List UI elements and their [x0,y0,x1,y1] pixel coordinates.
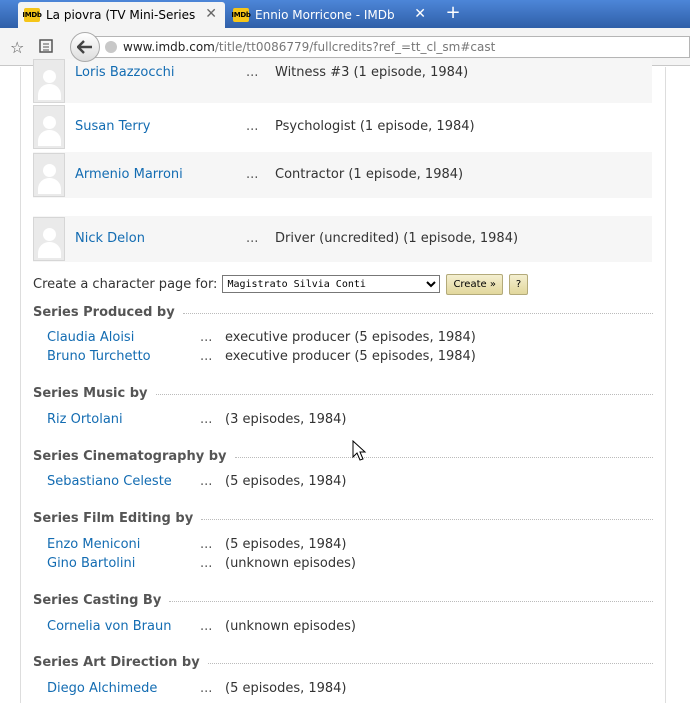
credit-dots: ... [200,412,213,427]
credit-role: (5 episodes, 1984) [225,681,347,696]
credit-role: executive producer (5 episodes, 1984) [225,349,476,364]
avatar-placeholder-icon [33,217,65,261]
site-identity-icon[interactable] [105,41,117,53]
cast-character: Contractor (1 episode, 1984) [275,167,464,182]
credit-role: executive producer (5 episodes, 1984) [225,330,476,345]
url-path: /title/tt0086779/fullcredits?ref_=tt_cl_… [214,40,496,54]
section-title: Series Film Editing by [33,511,194,526]
close-tab-icon[interactable]: ✕ [205,7,217,21]
cast-dots: ... [246,167,259,182]
cast-name-link[interactable]: Nick Delon [75,231,145,246]
address-bar[interactable]: www.imdb.com/title/tt0086779/fullcredits… [88,36,690,58]
section-rule [234,457,653,458]
credit-name-link[interactable]: Claudia Aloisi [47,330,134,345]
credit-name-link[interactable]: Diego Alchimede [47,681,157,696]
cast-row: Susan Terry ... Psychologist (1 episode,… [33,104,652,150]
cast-dots: ... [246,231,259,246]
credit-dots: ... [200,474,213,489]
credit-dots: ... [200,537,213,552]
avatar-placeholder-icon [33,105,65,149]
tab-la-piovra[interactable]: IMDb La piovra (TV Mini-Series ... ✕ [18,2,225,28]
credit-row: Claudia Aloisi ... executive producer (5… [47,330,647,348]
cast-row: Armenio Marroni ... Contractor (1 episod… [33,152,652,198]
back-button[interactable] [70,32,100,62]
credit-row: Riz Ortolani ... (3 episodes, 1984) [47,412,647,430]
cast-name-link[interactable]: Armenio Marroni [75,167,183,182]
section-heading: Series Music by [33,386,653,401]
tab-ennio-morricone[interactable]: IMDb Ennio Morricone - IMDb ✕ [227,2,434,28]
section-rule [182,313,653,314]
page-content: Loris Bazzocchi ... Witness #3 (1 episod… [0,59,690,703]
bookmark-star-icon[interactable]: ☆ [10,38,24,57]
section-rule [201,519,653,520]
cast-row: Loris Bazzocchi ... Witness #3 (1 episod… [33,59,652,103]
close-tab-icon[interactable]: ✕ [414,7,426,21]
cast-row: Nick Delon ... Driver (uncredited) (1 ep… [33,216,652,262]
back-arrow-icon [77,40,92,54]
help-button[interactable]: ? [508,273,528,295]
credit-dots: ... [200,556,213,571]
section-title: Series Art Direction by [33,655,200,670]
imdb-favicon-icon: IMDb [231,8,251,22]
tab-bar: IMDb La piovra (TV Mini-Series ... ✕ IMD… [0,0,690,28]
credit-role: (3 episodes, 1984) [225,412,347,427]
credit-row: Gino Bartolini ... (unknown episodes) [47,556,647,574]
avatar-placeholder-icon [33,153,65,197]
credit-name-link[interactable]: Riz Ortolani [47,412,123,427]
credit-role: (unknown episodes) [225,556,356,571]
imdb-favicon-icon: IMDb [22,8,42,22]
cast-character: Driver (uncredited) (1 episode, 1984) [275,231,519,246]
credit-name-link[interactable]: Gino Bartolini [47,556,135,571]
section-heading: Series Cinematography by [33,449,653,464]
credit-row: Enzo Meniconi ... (5 episodes, 1984) [47,537,647,555]
cast-dots: ... [246,119,259,134]
section-rule [169,601,653,602]
url-host: www.imdb.com [123,40,215,54]
section-heading: Series Casting By [33,593,653,608]
section-title: Series Casting By [33,593,162,608]
credit-name-link[interactable]: Enzo Meniconi [47,537,140,552]
cast-character: Psychologist (1 episode, 1984) [275,119,475,134]
character-page-form: Create a character page for: Magistrato … [33,273,528,295]
character-page-label: Create a character page for: [33,276,218,292]
credit-role: (5 episodes, 1984) [225,537,347,552]
cast-name-link[interactable]: Susan Terry [75,119,151,134]
reading-list-icon[interactable] [38,38,54,58]
credit-row: Sebastiano Celeste ... (5 episodes, 1984… [47,474,647,492]
new-tab-button[interactable]: + [443,3,463,23]
avatar-placeholder-icon [33,59,65,103]
create-button[interactable]: Create » [446,273,503,295]
character-select[interactable]: Magistrato Silvia Conti [222,275,441,293]
credit-name-link[interactable]: Sebastiano Celeste [47,474,172,489]
credit-row: Cornelia von Braun ... (unknown episodes… [47,619,647,637]
cast-name-link[interactable]: Loris Bazzocchi [75,65,174,80]
credit-dots: ... [200,619,213,634]
section-title: Series Cinematography by [33,449,227,464]
cast-character: Witness #3 (1 episode, 1984) [275,65,469,80]
section-rule [207,663,653,664]
section-title: Series Produced by [33,305,175,320]
section-heading: Series Film Editing by [33,511,653,526]
credit-role: (unknown episodes) [225,619,356,634]
tab-title: Ennio Morricone - IMDb [255,8,395,22]
credit-role: (5 episodes, 1984) [225,474,347,489]
url-text: www.imdb.com/title/tt0086779/fullcredits… [123,40,495,54]
section-title: Series Music by [33,386,148,401]
section-heading: Series Art Direction by [33,655,653,670]
credit-row: Bruno Turchetto ... executive producer (… [47,349,647,367]
tab-title: La piovra (TV Mini-Series ... [46,8,196,22]
section-rule [155,394,653,395]
credit-name-link[interactable]: Cornelia von Braun [47,619,171,634]
cast-dots: ... [246,65,259,80]
credit-dots: ... [200,330,213,345]
credit-name-link[interactable]: Bruno Turchetto [47,349,151,364]
mouse-cursor-icon [352,440,367,461]
credit-row: Diego Alchimede ... (5 episodes, 1984) [47,681,647,699]
credit-dots: ... [200,681,213,696]
credit-dots: ... [200,349,213,364]
section-heading: Series Produced by [33,305,653,320]
